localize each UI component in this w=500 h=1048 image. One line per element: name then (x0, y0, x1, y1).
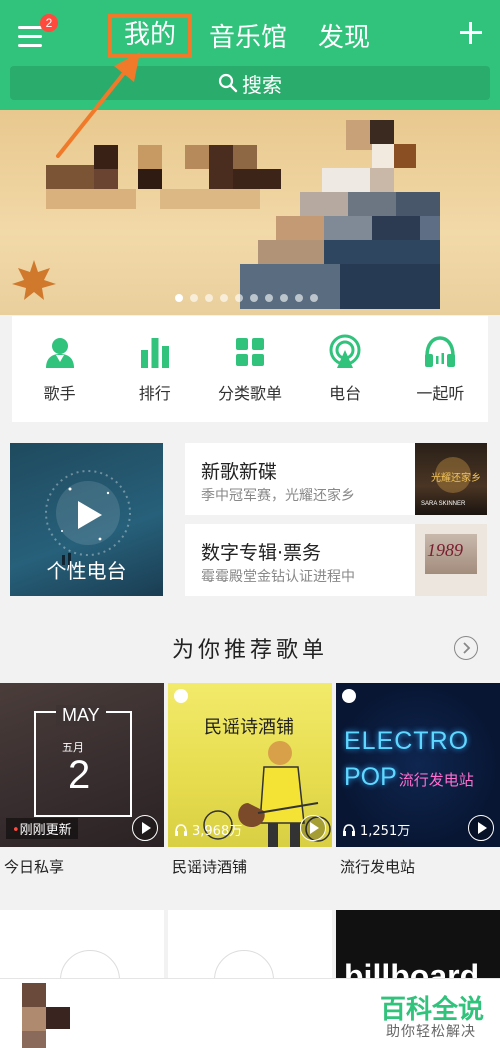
grid-icon (235, 338, 264, 366)
playlist-name[interactable]: 流行发电站 (340, 856, 415, 877)
digital-album-cover-text: 1989 (427, 540, 463, 560)
watermark-subtitle: 助你轻松解决 (386, 1024, 476, 1040)
nav-listen-together-label: 一起听 (416, 384, 465, 403)
nav-ranking-label: 排行 (138, 384, 171, 403)
nav-singer[interactable]: 歌手 (15, 334, 105, 404)
new-songs-subtitle: 季中冠军赛，光耀还家乡 (201, 488, 355, 504)
new-songs-title: 新歌新碟 (201, 461, 278, 483)
carousel-dot[interactable] (235, 294, 243, 302)
playlist-name[interactable]: 民谣诗酒铺 (172, 856, 247, 877)
globe-icon (342, 689, 356, 703)
player-cover (22, 983, 46, 1007)
playlist-name[interactable]: 今日私享 (4, 856, 64, 877)
carousel-dot[interactable] (175, 294, 183, 302)
new-songs-cover-text: 光耀还家乡 (431, 473, 481, 484)
personal-radio-label: 个性电台 (46, 559, 127, 583)
playlist-cover-suffix: 流行发电站 (398, 771, 474, 789)
globe-icon (174, 689, 188, 703)
chart-bars-icon (140, 338, 169, 368)
updated-tag: •刚刚更新 (6, 818, 78, 839)
add-icon[interactable] (458, 20, 484, 46)
nav-listen-together[interactable]: 一起听 (395, 334, 485, 404)
tab-music-hall[interactable]: 音乐馆 (209, 18, 287, 58)
digital-album-subtitle: 霉霉殿堂金钻认证进程中 (201, 569, 355, 585)
nav-radio[interactable]: 电台 (300, 334, 390, 404)
carousel-dot[interactable] (205, 294, 213, 302)
nav-ranking[interactable]: 排行 (110, 334, 200, 404)
playlist-card[interactable]: 民谣诗酒铺 3,968万 (168, 683, 332, 847)
new-songs-card[interactable]: 新歌新碟 季中冠军赛，光耀还家乡 光耀还家乡 SARA SKINNER (185, 443, 487, 515)
nav-category[interactable]: 分类歌单 (205, 334, 295, 404)
mini-player[interactable]: 百科全说 助你轻松解决 (0, 978, 500, 1048)
nav-radio-label: 电台 (329, 384, 362, 403)
carousel-dot[interactable] (250, 294, 258, 302)
annotation-arrow-icon (56, 52, 140, 158)
headphones-icon (175, 823, 187, 836)
headphones-icon (343, 823, 355, 836)
tab-discover[interactable]: 发现 (318, 18, 370, 58)
carousel-dot[interactable] (265, 294, 273, 302)
play-count: 1,251万 (342, 820, 410, 839)
playlist-day: 2 (68, 753, 91, 797)
digital-album-card[interactable]: 数字专辑·票务 霉霉殿堂金钻认证进程中 1989 (185, 524, 487, 596)
playlist-card[interactable]: ELECTRO POP 流行发电站 1,251万 (336, 683, 500, 847)
menu-badge: 2 (40, 14, 58, 32)
carousel-dot[interactable] (295, 294, 303, 302)
digital-album-title: 数字专辑·票务 (201, 542, 322, 564)
playlist-cover-line1: ELECTRO (344, 727, 470, 755)
playlist-card[interactable]: MAY 五月 2 •刚刚更新 (0, 683, 164, 847)
play-button[interactable] (300, 815, 326, 841)
carousel-dot[interactable] (280, 294, 288, 302)
updated-tag-text: 刚刚更新 (19, 823, 72, 838)
personal-radio-card[interactable]: 个性电台 (10, 443, 163, 596)
singer-icon (45, 338, 74, 368)
search-placeholder: 搜索 (242, 72, 282, 97)
carousel-dot[interactable] (220, 294, 228, 302)
play-count-text: 3,968万 (192, 824, 243, 839)
headphones-icon (425, 336, 456, 367)
app-screen: 2 我的 音乐馆 发现 搜索 歌手 排行 分类歌单 电台 一起听 个性电台 新歌… (0, 0, 500, 1048)
quick-nav: 歌手 排行 分类歌单 电台 一起听 (12, 316, 488, 422)
chevron-right-icon[interactable] (454, 636, 478, 660)
playlist-month: MAY (56, 705, 106, 726)
play-count: 3,968万 (174, 820, 242, 839)
play-button[interactable] (468, 815, 494, 841)
play-count-text: 1,251万 (360, 824, 411, 839)
play-button[interactable] (132, 815, 158, 841)
new-songs-cover: 光耀还家乡 SARA SKINNER (415, 443, 487, 515)
carousel-dot[interactable] (310, 294, 318, 302)
new-songs-cover-artist: SARA SKINNER (421, 501, 466, 507)
nav-singer-label: 歌手 (43, 384, 76, 403)
search-icon (218, 73, 238, 93)
carousel-dot[interactable] (190, 294, 198, 302)
nav-category-label: 分类歌单 (217, 384, 282, 403)
recommend-section-title: 为你推荐歌单 (171, 638, 328, 663)
radio-icon (329, 334, 361, 368)
playlist-cover-line2-row: POP 流行发电站 (344, 763, 474, 792)
carousel-dots (175, 294, 318, 302)
maple-leaf-icon (12, 260, 56, 300)
playlist-cover-line2: POP (344, 763, 397, 791)
digital-album-cover: 1989 (415, 524, 487, 596)
